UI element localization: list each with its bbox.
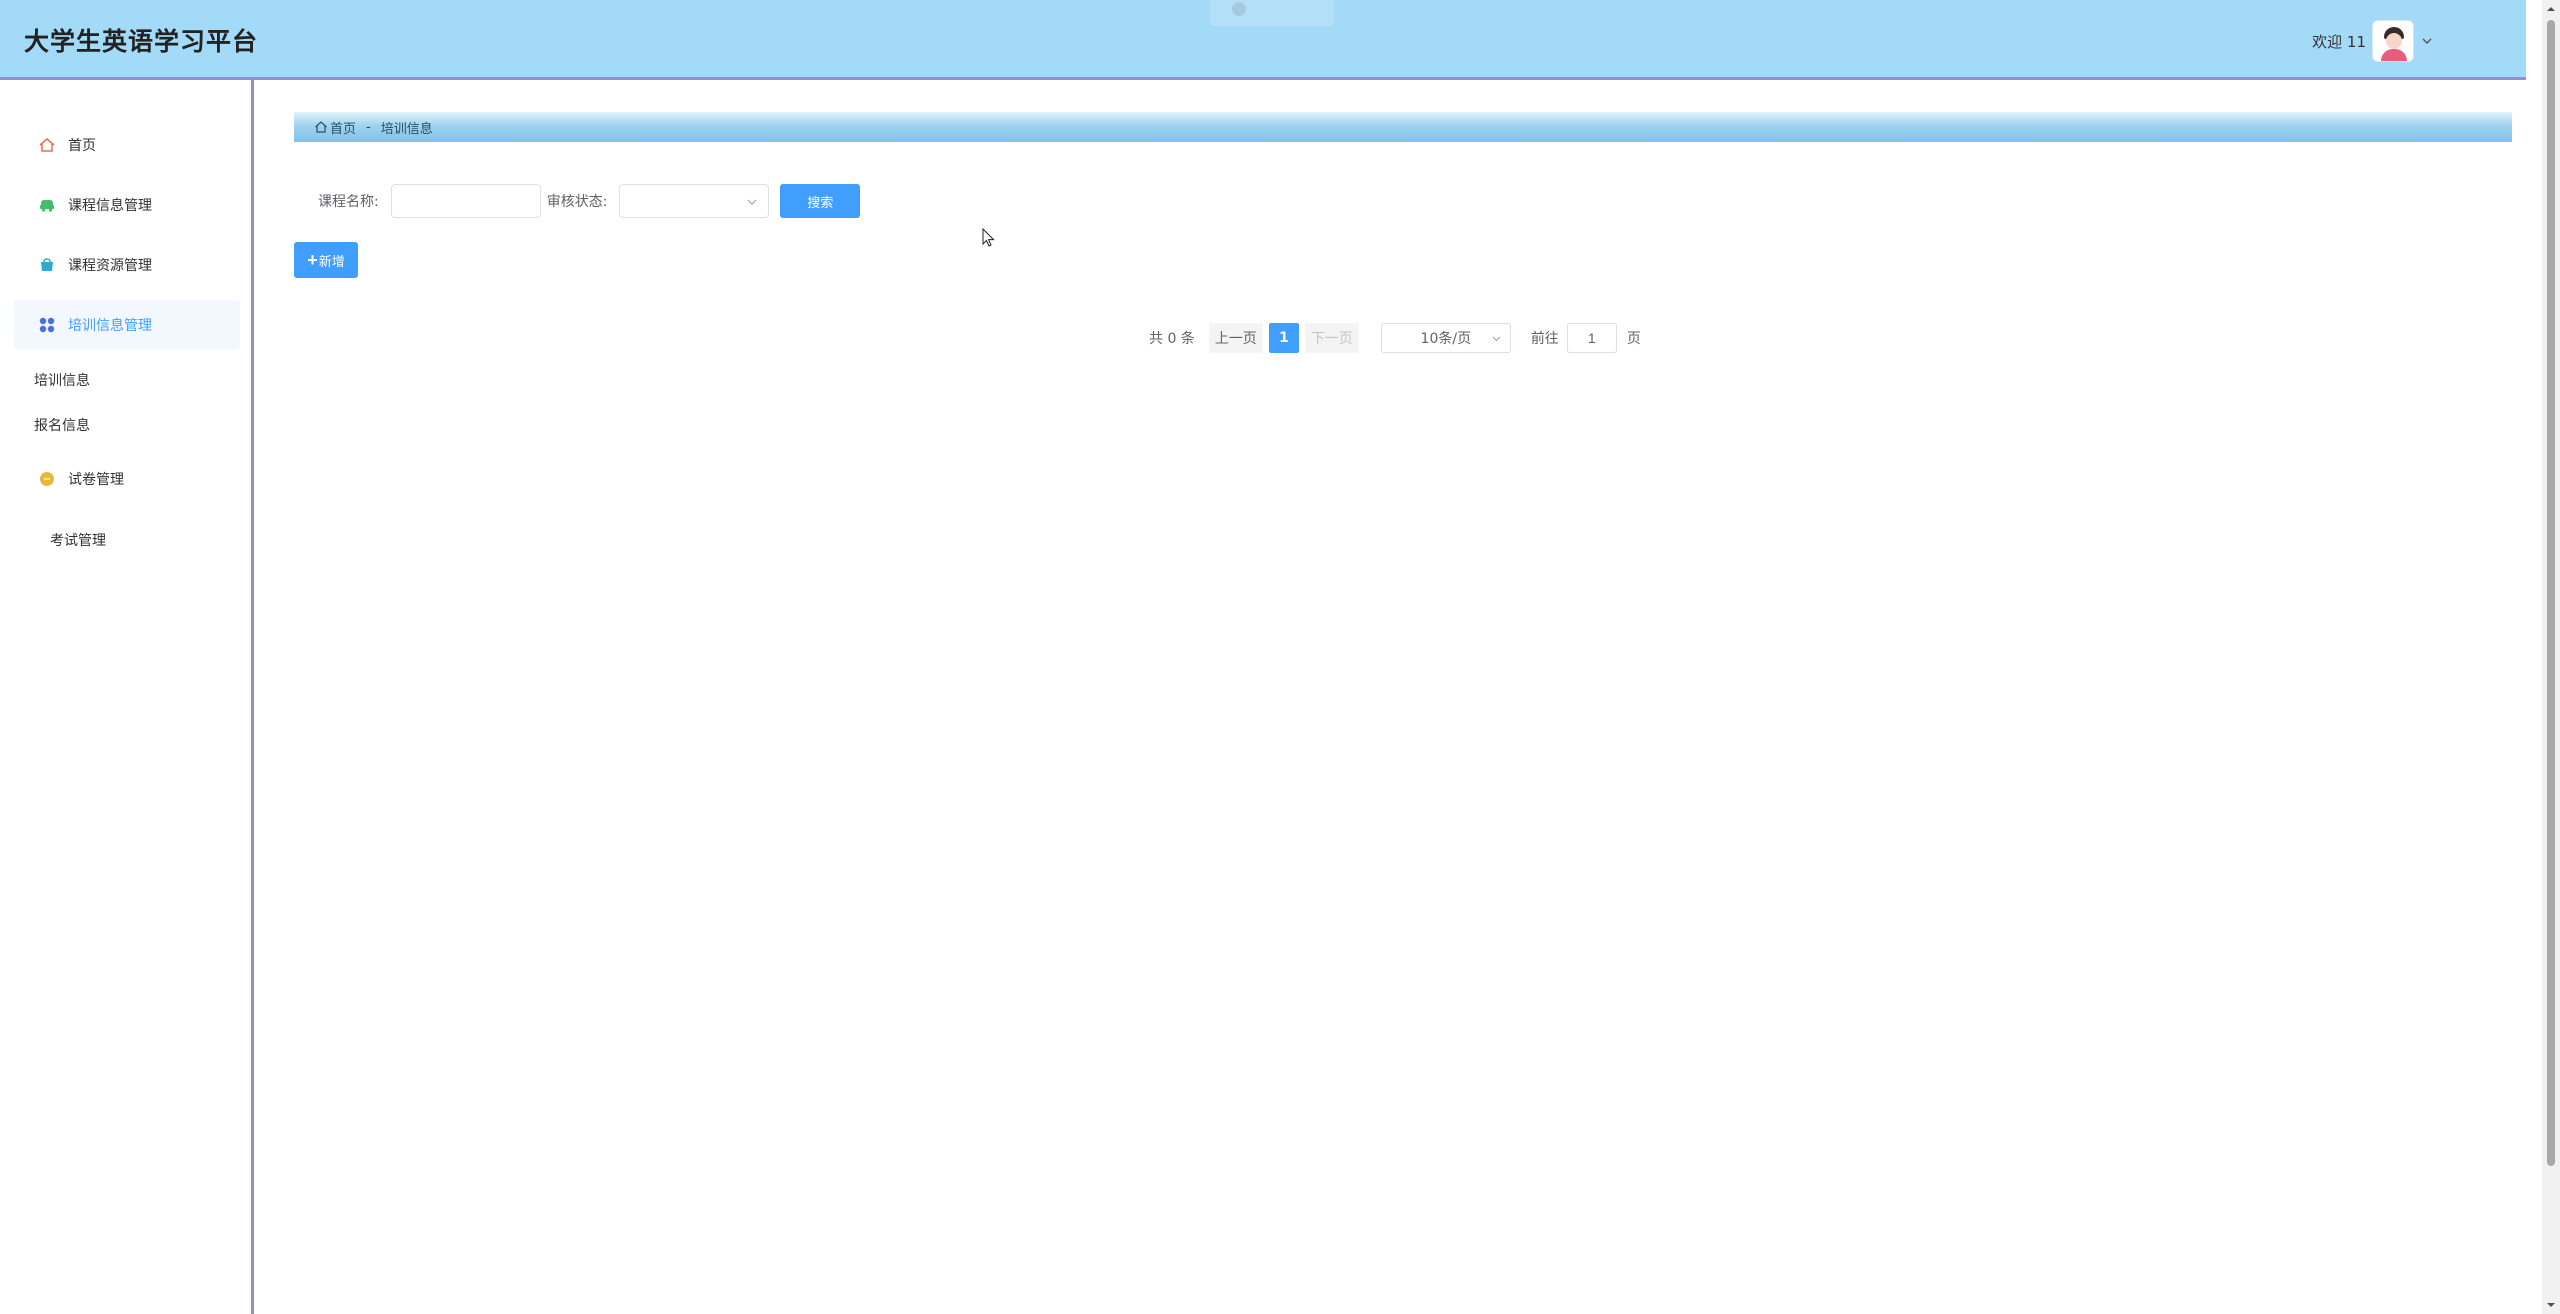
page-number-button[interactable]: 1: [1268, 323, 1299, 353]
sidebar-item-label: 课程信息管理: [68, 198, 152, 214]
status-select[interactable]: [619, 184, 770, 218]
sidebar-item-course-info[interactable]: 课程信息管理: [14, 180, 240, 230]
page-suffix: 页: [1626, 331, 1641, 347]
pagination-total: 共 0 条: [1149, 331, 1195, 347]
sidebar-item-paper-management[interactable]: 试卷管理: [14, 454, 240, 504]
next-page-button[interactable]: 下一页: [1304, 323, 1359, 353]
chevron-down-icon[interactable]: [2420, 34, 2434, 48]
sidebar: 首页 课程信息管理 课程资源管理 培训信息管理 培训信息 报名信息 试卷管理 考…: [0, 80, 254, 1314]
add-button-label: 新增: [318, 253, 345, 269]
page-size-value: 10条/页: [1420, 331, 1472, 347]
sidebar-item-home[interactable]: 首页: [14, 120, 240, 170]
chevron-down-icon: [1492, 336, 1501, 342]
sidebar-item-label: 培训信息管理: [68, 318, 152, 334]
search-button[interactable]: 搜索: [780, 184, 861, 218]
breadcrumb-home[interactable]: 首页: [330, 118, 356, 137]
avatar-body: [2381, 49, 2407, 61]
sidebar-item-label: 首页: [68, 138, 96, 154]
course-name-label: 课程名称:: [318, 194, 379, 210]
course-name-input[interactable]: [390, 184, 541, 218]
prev-page-button[interactable]: 上一页: [1208, 323, 1263, 353]
avatar-face: [2386, 33, 2402, 49]
scroll-up-icon[interactable]: [2546, 4, 2556, 14]
sidebar-item-label: 课程资源管理: [68, 258, 152, 274]
chevron-down-icon: [748, 199, 757, 205]
pagination: 共 0 条 上一页 1 下一页 10条/页 前往 页: [1149, 322, 1641, 354]
app-title: 大学生英语学习平台: [24, 27, 259, 56]
sidebar-item-exam-management[interactable]: 考试管理: [50, 530, 106, 550]
user-menu[interactable]: 欢迎 11: [2312, 20, 2434, 62]
search-form: 课程名称: 审核状态: 搜索: [318, 183, 861, 219]
plus-icon: +: [307, 250, 318, 270]
toast-ghost: [1210, 0, 1334, 26]
add-button[interactable]: + 新增: [294, 242, 358, 278]
apps-icon: [39, 317, 55, 333]
basket-icon: [41, 258, 53, 271]
breadcrumb-current: 培训信息: [380, 121, 433, 137]
page-size-select[interactable]: 10条/页: [1380, 323, 1511, 353]
home-icon: [315, 121, 327, 133]
status-label: 审核状态:: [546, 194, 608, 210]
sidebar-item-training-info[interactable]: 培训信息管理: [14, 300, 240, 350]
goto-label: 前往: [1530, 331, 1559, 347]
scrollbar-thumb[interactable]: [2547, 20, 2555, 1166]
coin-icon: [40, 472, 54, 486]
welcome-text: 欢迎 11: [2312, 32, 2366, 51]
page-scrollbar[interactable]: [2542, 0, 2560, 1314]
breadcrumb-separator: -: [366, 119, 371, 135]
breadcrumb: 首页 - 培训信息: [294, 112, 2512, 142]
sidebar-subitem-training[interactable]: 培训信息: [34, 370, 90, 390]
top-header: 大学生英语学习平台 欢迎 11: [0, 0, 2526, 80]
sidebar-subitem-registration[interactable]: 报名信息: [34, 415, 90, 435]
sidebar-item-course-resources[interactable]: 课程资源管理: [14, 240, 240, 290]
sidebar-item-label: 试卷管理: [68, 472, 124, 488]
home-icon: [39, 138, 55, 152]
scroll-down-icon[interactable]: [2546, 1300, 2556, 1310]
goto-page-input[interactable]: [1566, 323, 1617, 353]
toast-dot: [1232, 2, 1246, 16]
car-icon: [40, 200, 54, 212]
user-avatar-icon[interactable]: [2372, 20, 2414, 62]
mouse-cursor-icon: [982, 228, 995, 247]
